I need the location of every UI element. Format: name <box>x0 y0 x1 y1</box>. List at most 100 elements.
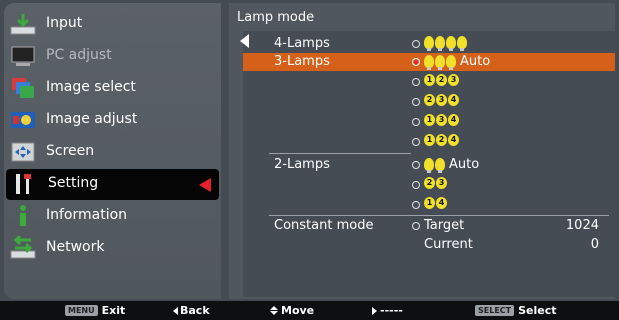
lamp-bulb-icon <box>435 55 445 70</box>
sidebar-item-label: Network <box>46 239 105 255</box>
sidebar-item-label: Input <box>46 15 83 31</box>
lamp-bulbs: 234 <box>424 94 460 106</box>
lamp-option-label: Auto <box>460 54 491 69</box>
lamp-bulbs: Auto <box>424 54 491 70</box>
radio-button[interactable] <box>412 181 420 189</box>
menu-key-icon: MENU <box>65 305 98 316</box>
sidebar-item-label: Screen <box>46 143 95 159</box>
move-label: Move <box>281 304 315 317</box>
exit-hint[interactable]: MENU Exit <box>65 304 125 317</box>
lamp-bulb-icon: 4 <box>448 134 459 146</box>
lamp-mode-panel: Lamp mode 4-Lamps 3-Lamps Auto 123 2 3 4… <box>229 3 615 299</box>
lamp-bulbs <box>424 36 468 51</box>
image-select-icon <box>12 78 34 98</box>
lamp-option-name: 3-Lamps <box>274 54 330 69</box>
lamp-bulbs: 124 <box>424 134 460 146</box>
lamp-bulbs: 134 <box>424 114 460 126</box>
lamp-bulb-icon <box>424 55 434 70</box>
lamp-bulbs: Auto <box>424 157 479 173</box>
selection-pointer-icon <box>199 178 211 192</box>
screen-icon <box>11 142 35 162</box>
lamp-bulb-icon: 1 <box>424 197 435 209</box>
current-row: Current 0 <box>243 236 615 254</box>
sidebar-item-image-adjust[interactable]: Image adjust <box>4 105 221 136</box>
lamp-bulb-icon: 3 <box>436 114 447 126</box>
sidebar-item-setting[interactable]: Setting <box>6 169 219 200</box>
back-label: Back <box>180 304 210 317</box>
lamp-bulb-icon <box>457 36 467 51</box>
sidebar-item-label: Setting <box>48 175 99 191</box>
move-hint: Move <box>270 304 314 317</box>
lamp-bulb-icon: 2 <box>436 74 447 86</box>
divider <box>269 215 609 216</box>
radio-button[interactable] <box>412 161 420 169</box>
sidebar-item-label: PC adjust <box>46 47 112 63</box>
lamp-bulbs: 14 <box>424 197 448 209</box>
lamp-bulb-icon <box>424 36 434 51</box>
lamp-bulb-icon <box>446 55 456 70</box>
input-icon <box>10 14 36 35</box>
current-value: 0 <box>590 237 599 252</box>
lamp-option-row[interactable]: 23 <box>243 176 615 194</box>
lamp-option-row[interactable]: 134 <box>243 113 615 131</box>
sidebar-item-label: Information <box>46 207 128 223</box>
select-label: Select <box>518 304 557 317</box>
radio-button[interactable] <box>412 40 420 48</box>
lamp-option-row[interactable]: 123 <box>243 73 615 91</box>
select-key-icon: SELECT <box>475 305 515 316</box>
radio-button[interactable] <box>412 118 420 126</box>
sidebar-item-label: Image select <box>46 79 136 95</box>
network-icon <box>10 236 36 259</box>
current-label: Current <box>424 237 473 252</box>
lamp-option-row[interactable]: 2-Lamps Auto <box>243 156 615 174</box>
lamp-bulb-icon: 1 <box>424 74 435 86</box>
target-label: Target <box>424 218 465 233</box>
lamp-bulb-icon: 1 <box>424 114 435 126</box>
lamp-option-row[interactable]: 4-Lamps <box>243 35 615 53</box>
lamp-option-row[interactable]: 124 <box>243 133 615 151</box>
lamp-bulb-icon: 3 <box>436 177 447 189</box>
lamp-bulb-icon: 2 <box>436 134 447 146</box>
sidebar-item-information[interactable]: Information <box>4 201 221 232</box>
footer-guide-bar: MENU Exit Back Move ----- SELECT Select <box>0 301 619 320</box>
sidebar-item-pc-adjust[interactable]: PC adjust <box>4 41 221 72</box>
sidebar-item-network[interactable]: Network <box>4 233 221 264</box>
exit-label: Exit <box>101 304 126 317</box>
sidebar-item-image-select[interactable]: Image select <box>4 73 221 104</box>
lamp-bulb-icon: 3 <box>436 94 447 106</box>
select-hint[interactable]: SELECT Select <box>475 304 557 317</box>
sidebar-item-screen[interactable]: Screen <box>4 137 221 168</box>
radio-button[interactable] <box>412 138 420 146</box>
sidebar-item-label: Image adjust <box>46 111 138 127</box>
right-arrow-icon <box>372 306 377 315</box>
radio-button[interactable] <box>412 78 420 86</box>
radio-button[interactable] <box>412 98 420 106</box>
pc-adjust-icon <box>11 46 35 66</box>
lamp-option-row[interactable]: 234 <box>243 93 615 111</box>
constant-mode-name: Constant mode <box>274 218 374 233</box>
target-value: 1024 <box>565 218 599 233</box>
radio-button[interactable] <box>412 58 420 66</box>
radio-button[interactable] <box>412 201 420 209</box>
lamp-bulb-icon: 4 <box>448 114 459 126</box>
lamp-option-name: 4-Lamps <box>274 36 330 51</box>
lamp-bulb-icon <box>446 36 456 51</box>
next-hint: ----- <box>372 304 403 317</box>
up-down-arrow-icon <box>270 306 278 315</box>
osd-menu: Input PC adjust Image select Image adjus… <box>0 0 619 320</box>
panel-title: Lamp mode <box>237 10 315 25</box>
back-hint[interactable]: Back <box>173 304 210 317</box>
lamp-bulbs: 123 <box>424 74 460 86</box>
lamp-bulbs: 23 <box>424 177 448 189</box>
lamp-bulb-icon: 4 <box>436 197 447 209</box>
lamp-bulb-icon: 2 <box>424 94 435 106</box>
sidebar-item-input[interactable]: Input <box>4 9 221 40</box>
lamp-option-row-selected[interactable]: 3-Lamps Auto <box>243 53 615 71</box>
radio-button[interactable] <box>412 222 420 230</box>
setting-icon <box>16 174 31 194</box>
divider <box>269 153 411 154</box>
image-adjust-icon <box>11 112 35 128</box>
lamp-option-row[interactable]: 14 <box>243 196 615 214</box>
lamp-bulb-icon <box>435 36 445 51</box>
constant-mode-row[interactable]: Constant mode Target 1024 <box>243 217 615 235</box>
